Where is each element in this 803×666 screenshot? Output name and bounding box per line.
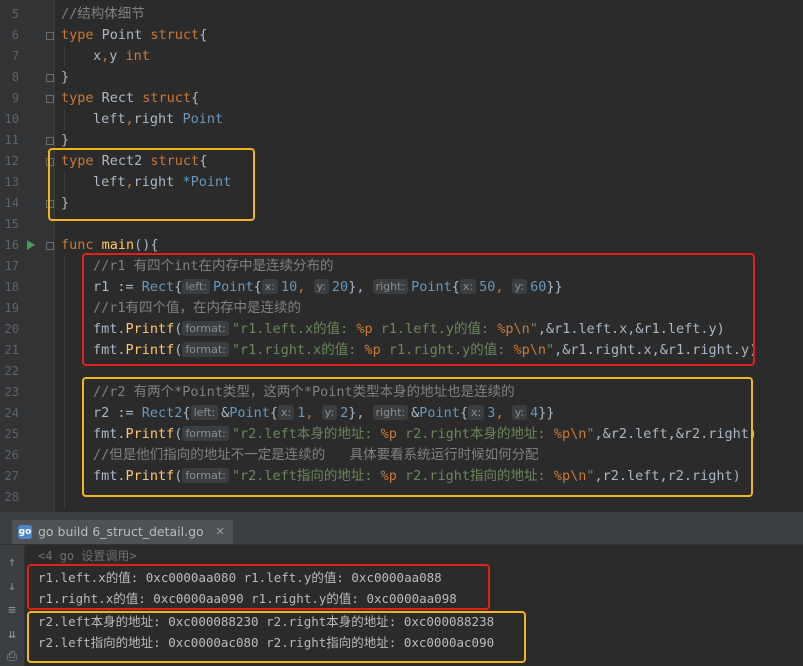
keyword: struct (142, 90, 192, 106)
annotation-box-yellow (27, 611, 526, 663)
line-number: 10 (4, 112, 19, 126)
close-icon[interactable]: ✕ (216, 520, 225, 544)
keyword: type (61, 90, 94, 106)
run-tab-label: go build 6_struct_detail.go (38, 524, 204, 539)
line-number: 19 (4, 301, 19, 315)
line-number: 24 (4, 406, 19, 420)
run-tool-window-header: go go build 6_struct_detail.go ✕ (0, 520, 803, 545)
fold-marker-icon[interactable] (46, 95, 54, 103)
fold-marker-icon[interactable] (46, 137, 54, 145)
brace: { (191, 90, 200, 106)
arrow-up-icon[interactable]: ↑ (4, 555, 20, 571)
punct: , (125, 111, 134, 127)
scroll-to-end-icon[interactable]: ⇊ (4, 627, 20, 643)
code-line-8: } (61, 67, 69, 88)
panel-splitter[interactable] (0, 512, 803, 520)
keyword: int (125, 48, 150, 64)
line-number: 13 (4, 175, 19, 189)
fold-marker-icon[interactable] (46, 74, 54, 82)
line-number: 22 (4, 364, 19, 378)
line-number: 12 (4, 154, 19, 168)
field: y (109, 48, 126, 64)
indent-guide (64, 46, 65, 67)
brace: } (61, 69, 70, 85)
type-name: Point (93, 27, 151, 43)
arrow-down-icon[interactable]: ↓ (4, 579, 20, 595)
line-number: 7 (11, 49, 19, 63)
line-number: 9 (11, 91, 19, 105)
line-number: 8 (11, 70, 19, 84)
brace: } (61, 132, 70, 148)
field: x (93, 48, 102, 64)
gutter-divider (54, 0, 55, 512)
line-number: 27 (4, 469, 19, 483)
fold-marker-icon[interactable] (46, 242, 54, 250)
line-number: 6 (11, 28, 19, 42)
line-number: 11 (4, 133, 19, 147)
go-file-icon: go (18, 525, 32, 539)
line-number: 14 (4, 196, 19, 210)
code-editor[interactable]: 5 6 7 8 9 10 11 12 13 14 15 16 17 18 19 … (0, 0, 803, 512)
field: right (133, 111, 183, 127)
line-number: 28 (4, 490, 19, 504)
run-tab[interactable]: go go build 6_struct_detail.go ✕ (12, 520, 233, 544)
fold-marker-icon[interactable] (46, 32, 54, 40)
code-line-6: type Point struct{ (61, 25, 207, 46)
line-number: 18 (4, 280, 19, 294)
code-line-10: left,right Point (93, 109, 223, 130)
line-number: 26 (4, 448, 19, 462)
keyword: func (61, 237, 94, 253)
line-number: 23 (4, 385, 19, 399)
code-line-9: type Rect struct{ (61, 88, 199, 109)
annotation-box-red (27, 564, 490, 610)
annotation-box-red (82, 253, 755, 366)
type-name: Rect (93, 90, 143, 106)
indent-guide (64, 256, 65, 508)
function-name: main (101, 237, 135, 253)
code-line-5: //结构体细节 (61, 4, 145, 25)
type-ref: Point (182, 111, 224, 127)
line-number: 25 (4, 427, 19, 441)
run-toolbar: ↑ ↓ ≡ ⇊ ⎙ (0, 545, 25, 666)
line-number: 16 (4, 238, 19, 252)
line-gutter: 5 6 7 8 9 10 11 12 13 14 15 16 17 18 19 … (0, 0, 54, 512)
run-main-icon[interactable] (27, 240, 35, 250)
brace: { (199, 27, 208, 43)
indent-guide (64, 109, 65, 130)
print-icon[interactable]: ⎙ (4, 649, 20, 665)
code-line-7: x,y int (93, 46, 150, 67)
annotation-box-yellow (82, 377, 753, 497)
annotation-box-yellow (48, 148, 255, 221)
punct: (){ (134, 237, 159, 253)
line-number: 20 (4, 322, 19, 336)
soft-wrap-icon[interactable]: ≡ (4, 603, 20, 619)
line-number: 21 (4, 343, 19, 357)
keyword: struct (150, 27, 200, 43)
field: left (93, 111, 126, 127)
comment: //结构体细节 (61, 6, 145, 22)
line-number: 17 (4, 259, 19, 273)
keyword: type (61, 27, 94, 43)
line-number: 15 (4, 217, 19, 231)
line-number: 5 (11, 7, 19, 21)
